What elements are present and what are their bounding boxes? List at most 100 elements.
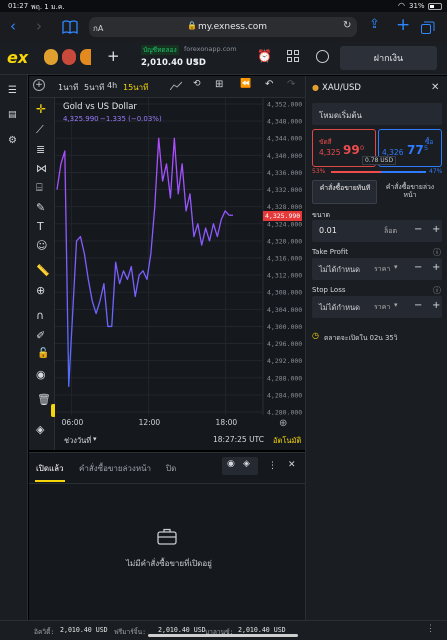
volume-decrease-button[interactable]: −: [414, 224, 422, 235]
menu-icon[interactable]: ☰: [8, 85, 17, 96]
reload-icon[interactable]: ↻: [343, 20, 351, 31]
tabs-icon[interactable]: [421, 21, 435, 34]
exness-logo[interactable]: ex: [7, 48, 28, 67]
magnet-icon[interactable]: ∩: [36, 309, 44, 322]
indicators-icon[interactable]: ⟲: [193, 79, 201, 89]
stop-loss-input[interactable]: ไม่ได้กำหนด ราคา ▾ − +: [312, 296, 442, 318]
forward-icon[interactable]: ›: [36, 17, 42, 35]
take-profit-input[interactable]: ไม่ได้กำหนด ราคา ▾ − +: [312, 258, 442, 280]
y-tick-label: 4,328.000: [267, 203, 302, 211]
volume-increase-button[interactable]: +: [432, 224, 440, 235]
price-chart[interactable]: 4,352.000 4,348.000 4,344.000 4,340.000 4,33…: [55, 98, 305, 415]
chart-canvas[interactable]: 4,352.000 4,348.000 4,344.000 4,340.000 4,33…: [55, 98, 305, 415]
tp-increase-button[interactable]: +: [432, 262, 440, 273]
go-to-realtime-icon[interactable]: ⊕: [279, 418, 287, 429]
add-indicator-icon[interactable]: +: [33, 79, 45, 91]
back-icon[interactable]: ‹: [10, 17, 16, 35]
chevron-down-icon[interactable]: ▾: [394, 301, 398, 309]
y-tick-label: 4,340.000: [267, 152, 302, 160]
pattern-icon[interactable]: ⋈: [36, 162, 47, 175]
chevron-down-icon[interactable]: ▾: [93, 435, 97, 443]
more-options-icon[interactable]: ⋮: [268, 461, 277, 471]
wifi-icon: ◠: [398, 1, 405, 10]
crosshair-icon[interactable]: ✛: [36, 102, 46, 116]
replay-icon[interactable]: ⏪: [240, 79, 251, 89]
order-mode-select[interactable]: โหมดเริ่มต้น: [312, 103, 442, 125]
calendar-icon[interactable]: ▤: [8, 110, 17, 120]
emoji-icon[interactable]: ☺: [36, 239, 47, 252]
instrument-tab-icon[interactable]: [62, 49, 76, 65]
chart-change: −1.335 (−0.03%): [100, 115, 162, 123]
tp-decrease-button[interactable]: −: [414, 262, 422, 273]
battery-percent: 31%: [409, 2, 425, 10]
settings-gear-icon[interactable]: ⚙: [8, 135, 17, 146]
sl-increase-button[interactable]: +: [432, 300, 440, 311]
text-tool-icon[interactable]: T: [37, 220, 44, 233]
zoom-in-icon[interactable]: ⊕: [36, 284, 45, 297]
deposit-button[interactable]: ฝากเงิน: [340, 46, 437, 70]
volume-unit: ล็อต: [384, 227, 398, 235]
tab-pending[interactable]: คำสั่งซื้อขายล่วงหน้า: [79, 462, 151, 475]
stop-loss-label: Stop Loss: [312, 286, 346, 294]
tab-pending-order[interactable]: คำสั่งซื้อขายล่วงหน้า: [378, 180, 442, 204]
sl-decrease-button[interactable]: −: [414, 300, 422, 311]
grouped-view-icon[interactable]: ◈: [243, 459, 250, 469]
take-profit-unit[interactable]: ราคา: [374, 264, 390, 275]
sell-price-main: 4,325: [319, 148, 341, 157]
projection-icon[interactable]: ⌸: [36, 181, 43, 195]
sell-label: ขัดสี: [319, 138, 332, 146]
add-instrument-icon[interactable]: +: [107, 47, 120, 65]
tab-closed[interactable]: ปิด: [166, 462, 176, 475]
timeframe-15m-active[interactable]: 15นาที: [123, 81, 148, 94]
undo-icon[interactable]: ↶: [265, 79, 273, 90]
y-tick-label: 4,284.000: [267, 391, 302, 399]
trash-icon[interactable]: 🗑: [37, 393, 51, 406]
trend-line-icon[interactable]: ⟋: [36, 123, 44, 137]
y-tick-label: 4,320.000: [267, 237, 302, 245]
bookmarks-icon[interactable]: [62, 20, 78, 34]
apps-grid-icon[interactable]: [287, 50, 299, 62]
current-price-tag: 4,325.990: [263, 211, 303, 221]
new-tab-icon[interactable]: +: [396, 15, 410, 35]
close-panel-icon[interactable]: ✕: [288, 460, 296, 470]
profile-icon[interactable]: [316, 50, 329, 63]
volume-input[interactable]: 0.01 ล็อต − +: [312, 220, 442, 242]
stop-loss-unit[interactable]: ราคา: [374, 302, 390, 313]
alarm-clock-icon[interactable]: ⏰: [257, 49, 272, 63]
close-order-panel-icon[interactable]: ✕: [431, 82, 439, 93]
share-icon[interactable]: ⇪: [369, 17, 380, 32]
chevron-down-icon[interactable]: ▾: [394, 263, 398, 271]
lock-drawing-edit-icon[interactable]: ✐: [36, 329, 45, 342]
chevron-down-icon[interactable]: ▾: [194, 57, 198, 66]
more-options-icon[interactable]: ⋮: [426, 624, 435, 634]
date-range-button[interactable]: ช่วงวันที่: [64, 435, 91, 447]
brush-icon[interactable]: ✎: [36, 201, 45, 214]
timeframe-1m[interactable]: 1นาที: [58, 81, 78, 94]
fib-tool-icon[interactable]: ≣: [36, 143, 45, 156]
sell-sentiment-bar: [331, 171, 381, 173]
timeframe-5m[interactable]: 5นาที: [84, 81, 104, 94]
instrument-tab-icon[interactable]: [44, 49, 58, 65]
free-margin-label: ฟรีมาร์จิ้น:: [114, 628, 147, 636]
url-bar[interactable]: กA 🔒 my.exness.com ↻: [89, 17, 357, 37]
chart-type-icon[interactable]: [170, 81, 182, 91]
tab-open[interactable]: เปิดแล้ว: [36, 462, 64, 475]
instrument-tab-icon[interactable]: [80, 49, 91, 65]
lock-drawings-icon[interactable]: 🔓: [37, 348, 49, 359]
order-panel: ● XAU/USD ✕ โหมดเริ่มต้น ขัดสี 4,325 99 …: [305, 76, 447, 620]
redo-icon[interactable]: ↷: [287, 79, 295, 90]
url-text: my.exness.com: [198, 22, 268, 32]
list-view-icon[interactable]: ◉: [227, 459, 235, 469]
timeframe-4h[interactable]: 4h: [107, 81, 117, 90]
x-tick-label: 12:00: [138, 418, 161, 427]
visibility-eye-icon[interactable]: ◉: [36, 368, 46, 381]
tab-instant-order[interactable]: คำสั่งซื้อขายทันที: [312, 180, 377, 204]
take-profit-info-icon[interactable]: ⓘ: [433, 247, 441, 258]
sell-sentiment: 53%: [312, 168, 326, 175]
auto-scale-button[interactable]: อัตโนมัติ: [273, 435, 301, 447]
ruler-icon[interactable]: 📏: [36, 264, 50, 277]
reader-mode-button[interactable]: กA: [93, 22, 103, 35]
layout-grid-icon[interactable]: ⊞: [215, 79, 223, 90]
layers-icon[interactable]: ◈: [36, 423, 44, 436]
stop-loss-info-icon[interactable]: ⓘ: [433, 285, 441, 296]
